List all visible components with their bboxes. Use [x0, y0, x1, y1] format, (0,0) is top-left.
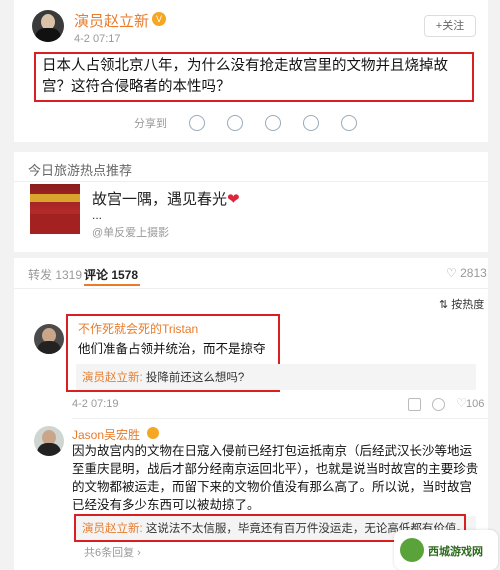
qzone-icon[interactable] — [303, 115, 319, 131]
comment-author[interactable]: 不作死就会死的Tristan — [78, 320, 198, 337]
follow-button[interactable]: +关注 — [424, 15, 476, 37]
site-watermark: 西城游戏网 — [394, 530, 498, 570]
hot-thumbnail[interactable] — [30, 184, 80, 234]
comment-tabs: 转发 1319 评论 1578 ♡ 2813 — [28, 262, 488, 288]
comment-time: 4-2 07:19 — [72, 398, 119, 410]
author-avatar[interactable] — [32, 10, 64, 42]
hot-title: 今日旅游热点推荐 — [28, 163, 133, 178]
repost-icon[interactable] — [408, 398, 421, 411]
tab-like[interactable]: ♡ 2813 — [446, 266, 487, 280]
divider — [14, 288, 488, 289]
verified-badge-icon — [147, 427, 159, 439]
hot-item-source: @单反爱上摄影 — [92, 227, 170, 239]
wechat-icon[interactable] — [189, 115, 205, 131]
comment-author[interactable]: Jason吴宏胜 — [72, 426, 140, 443]
favorite-icon[interactable] — [341, 115, 357, 131]
more-replies-link[interactable]: 共6条回复 › — [84, 544, 141, 560]
like-count: 106 — [466, 398, 485, 410]
weibo-post-card: 演员赵立新 V 4-2 07:17 +关注 日本人占领北京八年，为什么没有抢走故… — [14, 0, 488, 142]
verified-badge-icon: V — [152, 12, 166, 26]
commenter-avatar[interactable] — [34, 426, 64, 456]
comment-text: 他们准备占领并统治，而不是掠夺 — [78, 342, 266, 356]
hot-item-dots: ... — [92, 208, 103, 222]
comments-card: 转发 1319 评论 1578 ♡ 2813 ⇅ 按热度 不作死就会死的Tris… — [14, 258, 488, 570]
tab-comment[interactable]: 评论 1578 — [84, 266, 138, 283]
sort-button[interactable]: ⇅ 按热度 — [439, 296, 484, 312]
post-time: 4-2 07:17 — [74, 33, 121, 45]
divider — [72, 418, 488, 419]
commenter-avatar[interactable] — [34, 324, 64, 354]
share-row: 分享到 — [134, 115, 357, 131]
travel-hot-card[interactable]: 今日旅游热点推荐 故宫一隅，遇见春光❤ ... @单反爱上摄影 — [14, 152, 488, 252]
divider — [14, 181, 488, 182]
tab-repost[interactable]: 转发 1319 — [28, 266, 82, 283]
moments-icon[interactable] — [227, 115, 243, 131]
post-text: 日本人占领北京八年，为什么没有抢走故宫里的文物并且烧掉故宫？这符合侵略者的本性吗… — [34, 52, 474, 102]
share-label: 分享到 — [134, 118, 167, 130]
watermark-text: 西城游戏网 — [428, 546, 483, 558]
heart-icon: ❤ — [227, 191, 240, 208]
reply-icon[interactable] — [432, 398, 445, 411]
hot-item-title[interactable]: 故宫一隅，遇见春光❤ — [92, 188, 240, 209]
comment-text: 因为故宫内的文物在日寇入侵前已经打包运抵南京（后经武汉长沙等地运至重庆昆明，战后… — [72, 444, 479, 512]
qq-icon[interactable] — [265, 115, 281, 131]
post-author[interactable]: 演员赵立新 — [74, 10, 149, 31]
reply-text: 演员赵立新: 投降前还这么想吗? — [82, 372, 245, 384]
tab-underline — [84, 284, 140, 286]
watermark-logo-icon — [400, 538, 424, 562]
